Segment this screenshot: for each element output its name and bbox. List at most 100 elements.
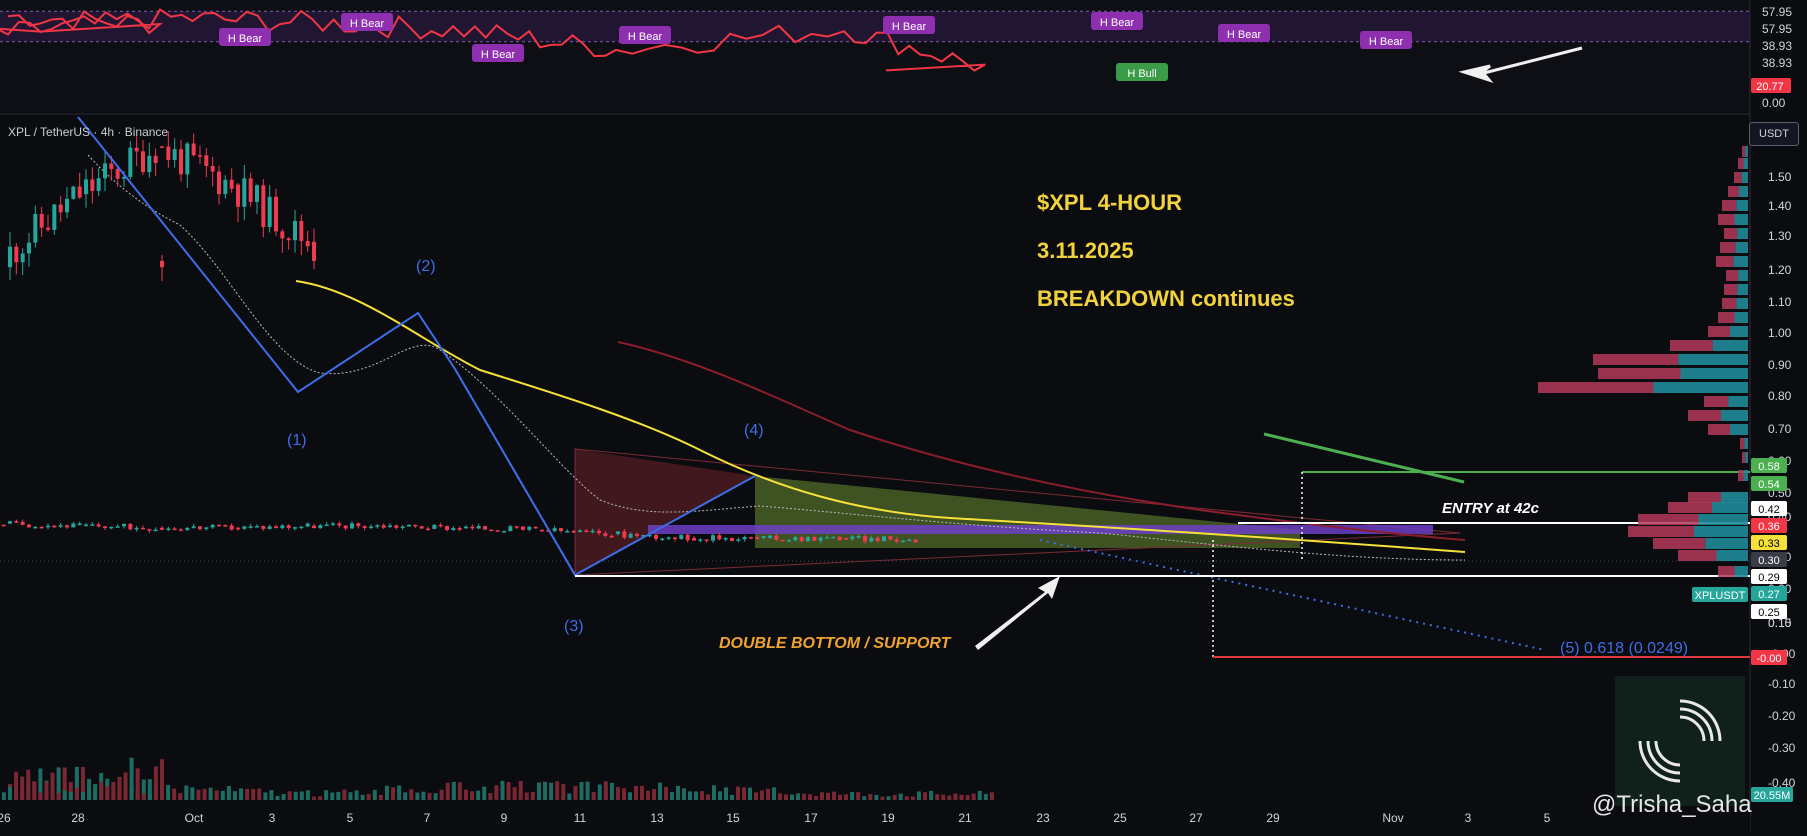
candle-body bbox=[77, 186, 82, 198]
volume-profile-bar bbox=[1694, 526, 1748, 537]
volume-bar bbox=[971, 793, 976, 800]
volume-profile-bar bbox=[1730, 326, 1748, 337]
x-axis-tick-13: 23 bbox=[1036, 811, 1050, 825]
candle-body bbox=[508, 526, 513, 532]
volume-profile-bar bbox=[1708, 326, 1730, 337]
volume-bar bbox=[269, 790, 274, 800]
candle-body bbox=[109, 526, 114, 529]
chart-canvas: H Bear H Bear H Bear H Bear H Bear H Bear H Bu… bbox=[0, 0, 1807, 831]
price-axis-tick-4: 1.20 bbox=[1768, 263, 1792, 277]
candle-body bbox=[787, 540, 791, 542]
volume-profile-bar bbox=[1734, 214, 1748, 225]
volume-bar bbox=[506, 782, 511, 800]
candle-body bbox=[217, 171, 221, 195]
volume-bar bbox=[105, 786, 110, 800]
volume-bar bbox=[488, 793, 493, 800]
volume-profile-bar bbox=[1720, 242, 1736, 253]
candle-body bbox=[533, 526, 538, 529]
volume-bar bbox=[880, 796, 885, 800]
volume-profile-bar bbox=[1708, 424, 1730, 435]
volume-bar bbox=[26, 783, 31, 800]
volume-bar bbox=[760, 790, 764, 800]
candle-body bbox=[293, 527, 297, 529]
volume-bar bbox=[983, 793, 988, 800]
currency-badge[interactable]: USDT bbox=[1749, 122, 1799, 146]
candle-body bbox=[578, 530, 582, 533]
volume-bar bbox=[856, 792, 861, 800]
candle-body bbox=[679, 534, 684, 540]
volume-bar bbox=[99, 782, 104, 800]
volume-bar bbox=[536, 782, 541, 800]
candle-body bbox=[445, 526, 449, 531]
order-block-band bbox=[648, 525, 1433, 534]
volume-profile-bar bbox=[1733, 256, 1748, 267]
candle-body bbox=[495, 530, 500, 532]
candle-body bbox=[27, 524, 31, 528]
volume-profile-bar bbox=[1724, 284, 1738, 295]
price-axis-tick-5: 1.10 bbox=[1768, 295, 1792, 309]
candle-body bbox=[274, 196, 278, 232]
candle-body bbox=[280, 525, 285, 529]
rsi-divergence-label-4: H Bear bbox=[892, 21, 927, 33]
volume-bar bbox=[868, 794, 873, 800]
price-badge-label-4: 0.33 bbox=[1758, 538, 1779, 550]
volume-profile-bar bbox=[1743, 470, 1748, 481]
volume-profile-bar bbox=[1737, 228, 1748, 239]
candle-body bbox=[818, 537, 823, 541]
volume-bar bbox=[287, 791, 292, 800]
candle-body bbox=[369, 526, 373, 529]
symbol-label: XPL / TetherUS · 4h · Binance bbox=[8, 125, 169, 139]
candle-body bbox=[52, 204, 57, 230]
volume-bar bbox=[257, 788, 262, 800]
candle-body bbox=[559, 528, 563, 532]
volume-profile-bar bbox=[1718, 566, 1735, 577]
chart-root: H Bear H Bear H Bear H Bear H Bear H Bear H Bu… bbox=[0, 0, 1807, 831]
candle-body bbox=[913, 539, 918, 543]
volume-bar bbox=[688, 791, 692, 800]
volume-bar bbox=[518, 780, 523, 800]
candle-body bbox=[394, 525, 399, 528]
volume-bar bbox=[336, 791, 341, 800]
volume-bar bbox=[190, 787, 195, 800]
candle-body bbox=[71, 186, 76, 199]
volume-profile-bar bbox=[1726, 270, 1739, 281]
candle-body bbox=[863, 536, 867, 542]
candle-body bbox=[166, 528, 171, 530]
candle-body bbox=[736, 539, 741, 541]
volume-bar bbox=[953, 793, 958, 800]
volume-profile-bar bbox=[1712, 340, 1748, 351]
candle-body bbox=[476, 526, 481, 529]
volume-bar bbox=[784, 794, 788, 800]
x-axis-bg bbox=[0, 806, 1750, 831]
volume-profile-bar bbox=[1738, 270, 1748, 281]
volume-profile-bar bbox=[1698, 514, 1748, 525]
candle-body bbox=[191, 526, 196, 528]
price-badge-label-9: -0.00 bbox=[1756, 653, 1781, 665]
candle-body bbox=[318, 525, 323, 529]
volume-profile-bar bbox=[1670, 340, 1713, 351]
volume-profile-bar bbox=[1678, 354, 1748, 365]
candle-body bbox=[204, 155, 209, 166]
volume-bar bbox=[640, 785, 644, 800]
candle-body bbox=[483, 526, 487, 530]
price-axis-tick-8: 0.80 bbox=[1768, 389, 1792, 403]
candle-body bbox=[793, 537, 798, 541]
volume-bar bbox=[712, 785, 716, 800]
candle-body bbox=[723, 537, 728, 540]
candle-body bbox=[888, 536, 893, 540]
candle-body bbox=[521, 526, 525, 530]
candle-body bbox=[381, 525, 386, 528]
volume-bar bbox=[123, 785, 128, 800]
volume-bar bbox=[676, 785, 680, 800]
candle-body bbox=[799, 537, 804, 542]
volume-bar bbox=[172, 788, 177, 800]
volume-bar bbox=[451, 781, 456, 800]
volume-bar bbox=[965, 795, 970, 800]
volume-bar bbox=[616, 787, 620, 800]
x-axis-tick-18: 3 bbox=[1465, 811, 1472, 825]
volume-bar bbox=[196, 789, 201, 800]
candle-body bbox=[603, 533, 608, 536]
candle-body bbox=[1, 524, 6, 527]
volume-bar bbox=[904, 796, 909, 800]
candle-body bbox=[438, 524, 443, 527]
